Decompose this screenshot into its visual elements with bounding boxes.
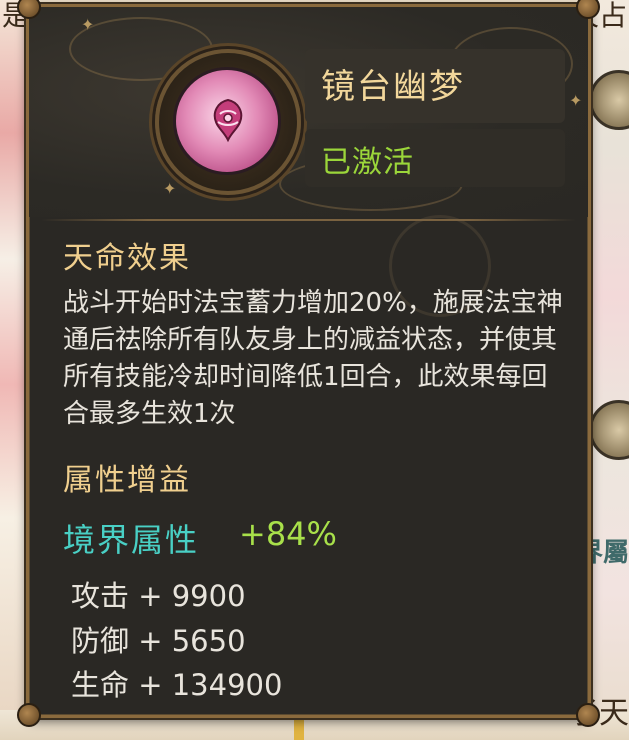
section-divider [41, 219, 576, 221]
sparkle-icon: ✦ [81, 15, 95, 34]
realm-attribute-label: 境界属性 [63, 521, 200, 559]
sparkle-icon: ✦ [569, 91, 583, 110]
tooltip-header: ✦ ✦ ✦ 镜台幽梦 已激活 [29, 7, 588, 217]
realm-attribute-value: +84% [239, 515, 337, 553]
effect-description: 战斗开始时法宝蓄力增加20%，施展法宝神通后祛除所有队友身上的减益状态，并使其所… [63, 288, 563, 429]
pink-mirror-artifact-icon [173, 67, 281, 175]
artifact-icon-frame [155, 49, 301, 195]
stat-attack: 攻击 + 9900 [71, 579, 246, 613]
artifact-title: 镜台幽梦 [321, 67, 465, 107]
activation-status: 已激活 [321, 145, 414, 180]
artifact-tooltip-panel: ✦ ✦ ✦ 镜台幽梦 已激活 天命效果 战斗开始时法宝蓄力增加20%，施展法宝神… [17, 0, 600, 727]
stat-health: 生命 + 134900 [71, 668, 283, 702]
panel-corner-ornament [576, 703, 600, 727]
artifact-glyph-icon [213, 98, 243, 143]
sparkle-icon: ✦ [163, 179, 177, 198]
effect-heading: 天命效果 [63, 241, 191, 276]
panel-corner-ornament [17, 703, 41, 727]
attribute-heading: 属性增益 [63, 463, 191, 498]
stat-defense: 防御 + 5650 [71, 624, 246, 658]
